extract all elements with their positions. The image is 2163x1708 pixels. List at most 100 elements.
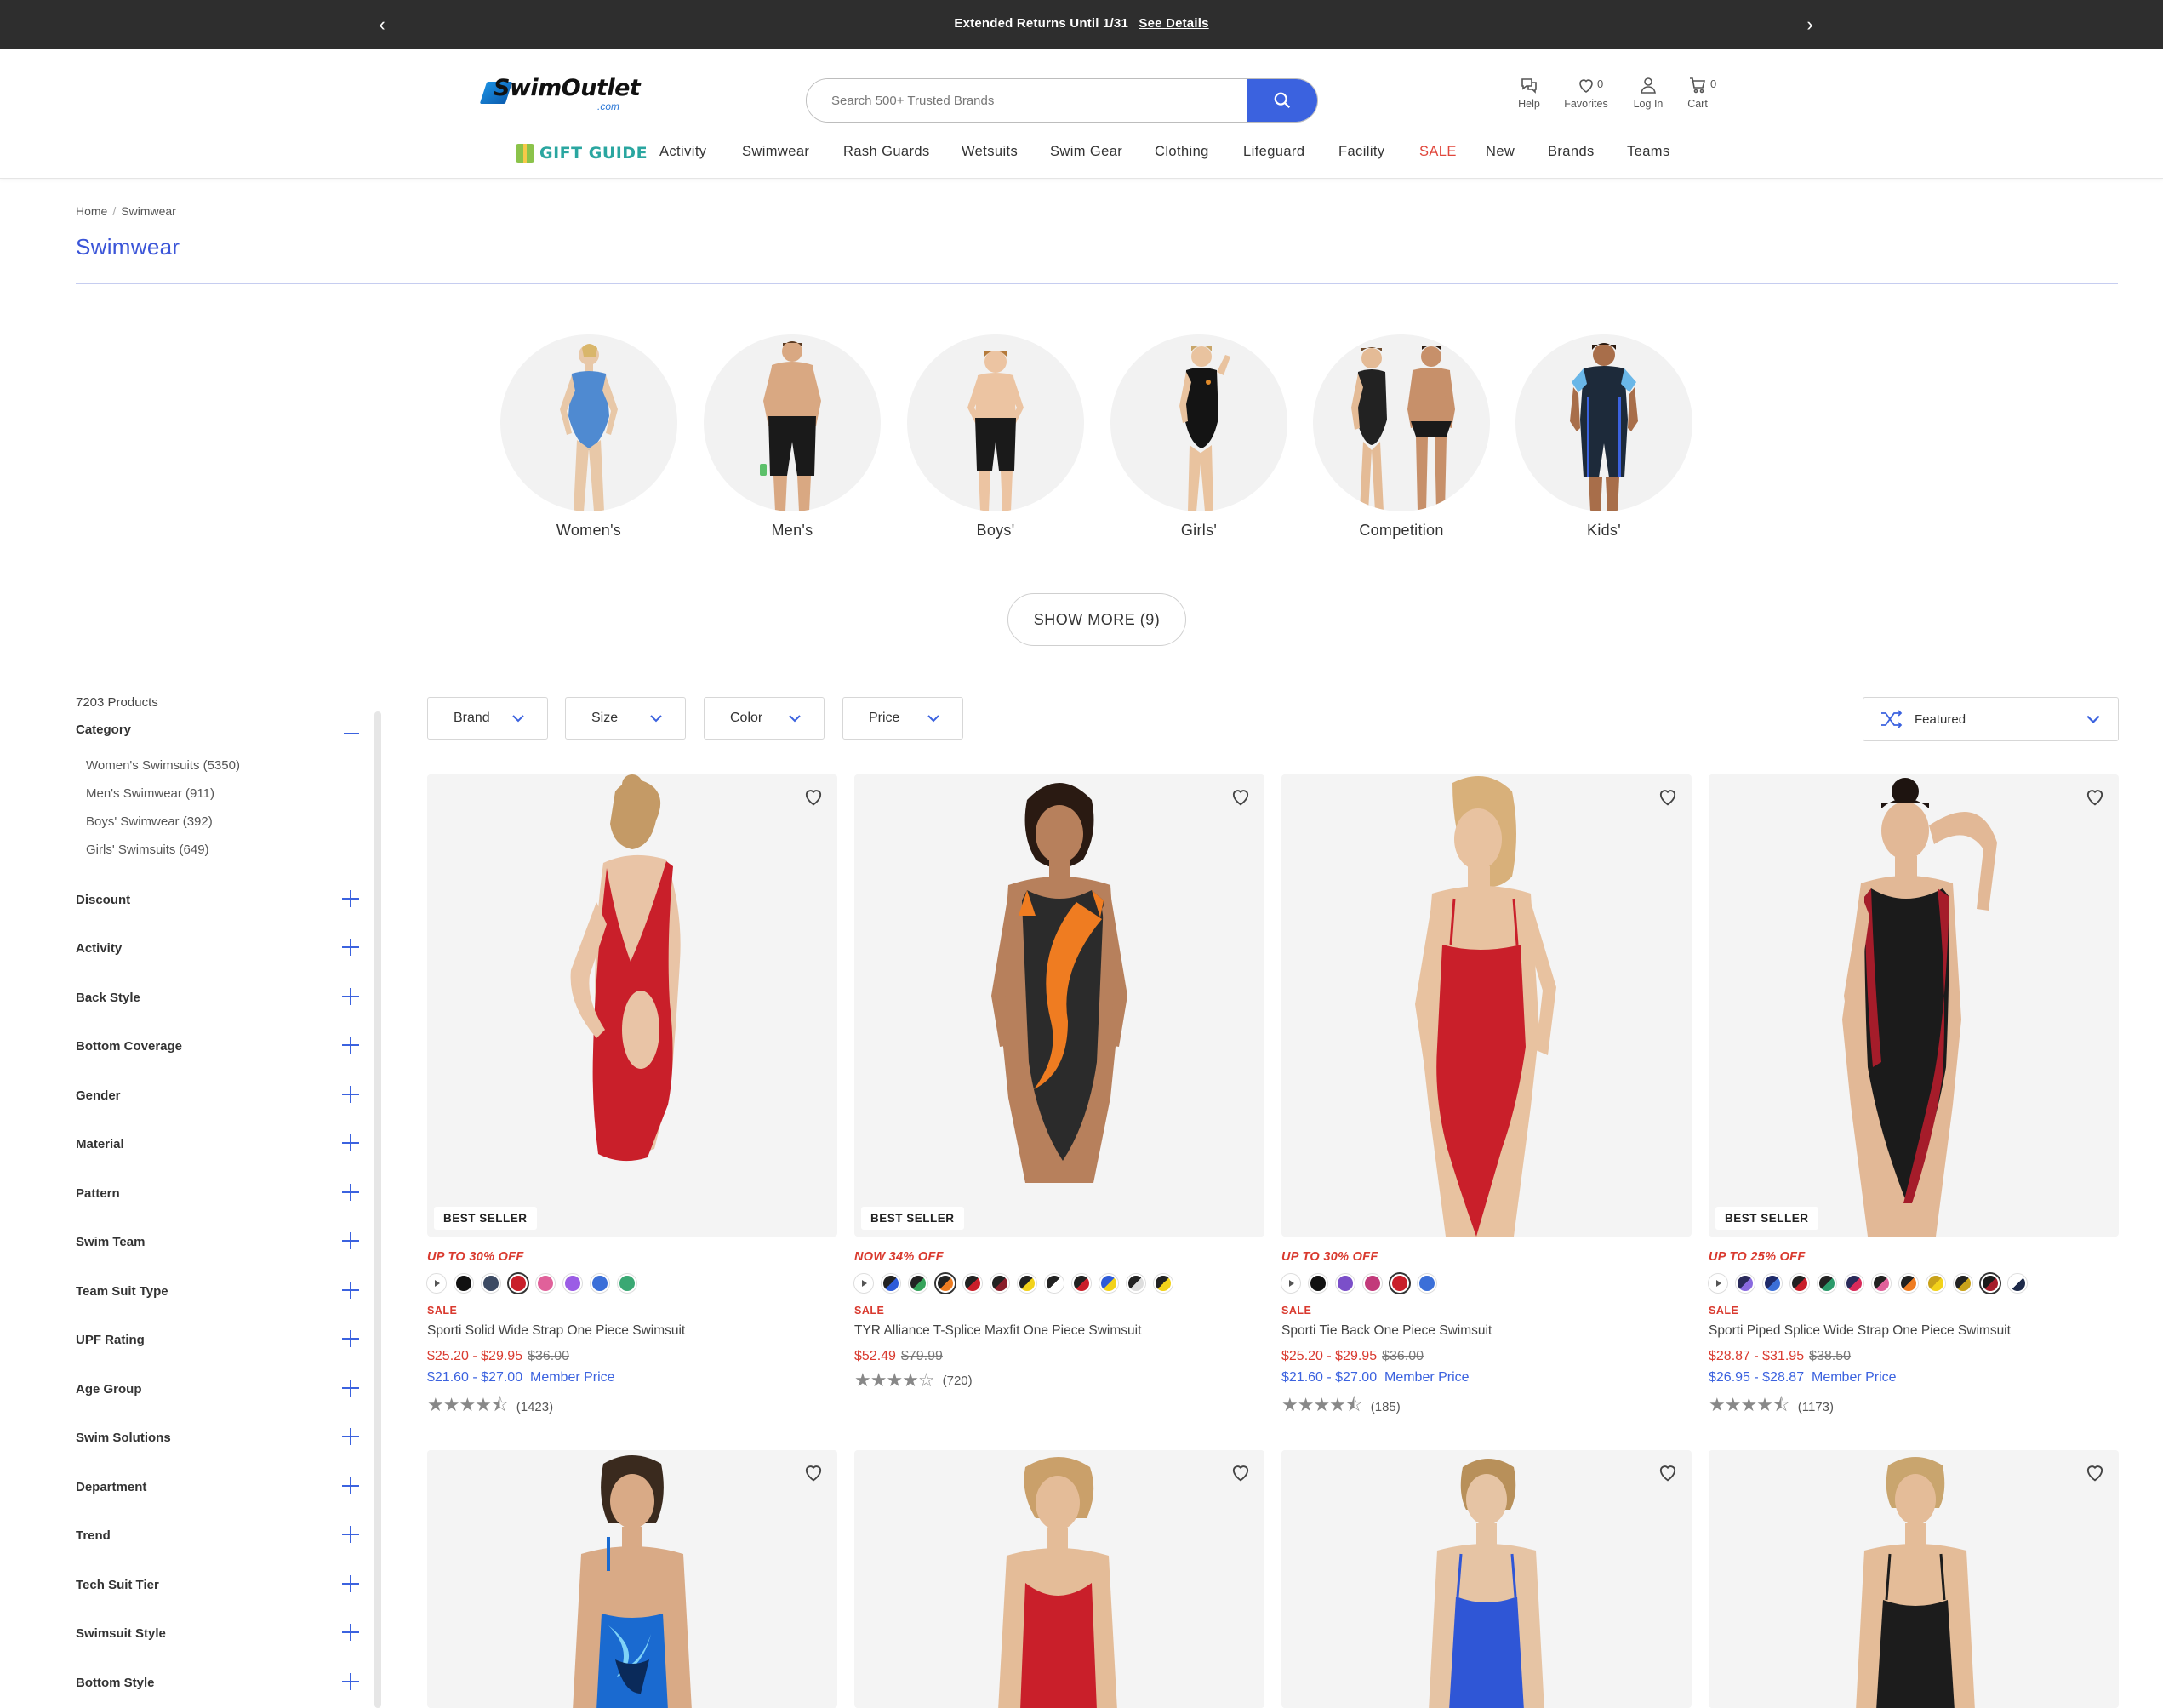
color-swatch[interactable]	[1981, 1274, 2000, 1293]
product-image[interactable]	[1709, 1450, 2119, 1708]
color-swatch[interactable]	[1736, 1274, 1755, 1293]
color-swatch[interactable]	[509, 1274, 528, 1293]
expand-plus-icon[interactable]	[342, 988, 359, 1005]
color-swatch[interactable]	[1363, 1274, 1382, 1293]
review-count[interactable]: (185)	[1371, 1400, 1401, 1414]
product-card[interactable]: BEST SELLER UP TO 30% OFF SALE Sporti So…	[427, 774, 837, 1423]
see-details-link[interactable]: See Details	[1139, 16, 1208, 31]
color-swatch[interactable]	[936, 1274, 955, 1293]
facet-bottom-coverage[interactable]: Bottom Coverage	[76, 1037, 359, 1065]
nav-brands[interactable]: Brands	[1548, 144, 1595, 160]
expand-plus-icon[interactable]	[342, 1380, 359, 1397]
favorite-heart-icon[interactable]	[2083, 785, 2107, 808]
facet-age-group[interactable]: Age Group	[76, 1380, 359, 1408]
nav-facility[interactable]: Facility	[1338, 144, 1385, 160]
favorite-heart-icon[interactable]	[802, 785, 825, 808]
facet-upf-rating[interactable]: UPF Rating	[76, 1330, 359, 1358]
facet-material[interactable]: Material	[76, 1134, 359, 1162]
color-swatch[interactable]	[882, 1274, 900, 1293]
color-swatch[interactable]	[482, 1274, 500, 1293]
facet-activity[interactable]: Activity	[76, 939, 359, 967]
swimoutlet-logo[interactable]: SwimOutlet .com	[479, 75, 643, 114]
color-swatch[interactable]	[2008, 1274, 2027, 1293]
color-swatch[interactable]	[1926, 1274, 1945, 1293]
expand-plus-icon[interactable]	[342, 1673, 359, 1690]
product-card[interactable]	[1709, 1450, 2119, 1708]
category-competition[interactable]: Competition	[1313, 334, 1490, 540]
color-swatch[interactable]	[1127, 1274, 1145, 1293]
promo-next-button[interactable]: ›	[1795, 10, 1824, 39]
cart-link[interactable]: 0 Cart	[1666, 75, 1729, 110]
nav-wetsuits[interactable]: Wetsuits	[962, 144, 1018, 160]
nav-clothing[interactable]: Clothing	[1155, 144, 1209, 160]
facet-swim-team[interactable]: Swim Team	[76, 1232, 359, 1260]
color-swatch[interactable]	[1763, 1274, 1782, 1293]
search-button[interactable]	[1247, 79, 1317, 122]
search-input[interactable]	[807, 79, 1249, 122]
product-image[interactable]: BEST SELLER	[427, 774, 837, 1237]
color-swatch[interactable]	[454, 1274, 473, 1293]
facet-back-style[interactable]: Back Style	[76, 988, 359, 1016]
color-swatch[interactable]	[1045, 1274, 1064, 1293]
breadcrumb-home[interactable]: Home	[76, 204, 107, 218]
gift-guide-link[interactable]: GIFT GUIDE	[516, 138, 648, 169]
color-swatch[interactable]	[1018, 1274, 1036, 1293]
expand-plus-icon[interactable]	[342, 1134, 359, 1151]
color-swatch[interactable]	[1872, 1274, 1891, 1293]
product-image[interactable]	[427, 1450, 837, 1708]
color-swatch[interactable]	[1818, 1274, 1836, 1293]
help-link[interactable]: Help	[1498, 75, 1561, 110]
subcategory-boys-swimwear[interactable]: Boys' Swimwear (392)	[76, 814, 365, 843]
favorite-heart-icon[interactable]	[1656, 1460, 1680, 1484]
color-swatch[interactable]	[1954, 1274, 1972, 1293]
product-card[interactable]: BEST SELLER NOW 34% OFF SALE TYR Allianc…	[854, 774, 1264, 1391]
color-swatch[interactable]	[563, 1274, 582, 1293]
swatch-scroll-icon[interactable]	[1709, 1274, 1727, 1293]
expand-plus-icon[interactable]	[342, 1086, 359, 1103]
color-swatch[interactable]	[618, 1274, 636, 1293]
facet-department[interactable]: Department	[76, 1477, 359, 1505]
category-facet-header[interactable]: Category	[76, 723, 365, 745]
review-count[interactable]: (1423)	[516, 1400, 553, 1414]
favorite-heart-icon[interactable]	[1229, 1460, 1253, 1484]
nav-new[interactable]: New	[1486, 144, 1515, 160]
product-card[interactable]	[854, 1450, 1264, 1708]
color-swatch[interactable]	[909, 1274, 927, 1293]
product-name[interactable]: Sporti Piped Splice Wide Strap One Piece…	[1709, 1323, 2119, 1339]
color-swatch[interactable]	[1309, 1274, 1327, 1293]
favorite-heart-icon[interactable]	[802, 1460, 825, 1484]
nav-lifeguard[interactable]: Lifeguard	[1243, 144, 1304, 160]
facet-tech-suit-tier[interactable]: Tech Suit Tier	[76, 1575, 359, 1603]
review-count[interactable]: (720)	[943, 1374, 973, 1388]
subcategory-girls-swimsuits[interactable]: Girls' Swimsuits (649)	[76, 843, 365, 871]
color-swatch[interactable]	[1099, 1274, 1118, 1293]
color-swatch[interactable]	[963, 1274, 982, 1293]
facet-swimsuit-style[interactable]: Swimsuit Style	[76, 1624, 359, 1652]
product-name[interactable]: TYR Alliance T-Splice Maxfit One Piece S…	[854, 1323, 1264, 1339]
color-swatch[interactable]	[1418, 1274, 1436, 1293]
nav-swimwear[interactable]: Swimwear	[742, 144, 809, 160]
product-name[interactable]: Sporti Solid Wide Strap One Piece Swimsu…	[427, 1323, 837, 1339]
expand-plus-icon[interactable]	[342, 939, 359, 956]
expand-plus-icon[interactable]	[342, 1184, 359, 1201]
favorites-link[interactable]: 0 Favorites	[1555, 75, 1618, 110]
color-swatch[interactable]	[990, 1274, 1009, 1293]
facet-bottom-style[interactable]: Bottom Style	[76, 1673, 359, 1701]
product-image[interactable]	[1281, 1450, 1692, 1708]
category-kids[interactable]: Kids'	[1515, 334, 1692, 540]
favorite-heart-icon[interactable]	[2083, 1460, 2107, 1484]
collapse-minus-icon[interactable]	[344, 733, 359, 734]
show-more-button[interactable]: SHOW MORE (9)	[1007, 593, 1186, 646]
price-filter-dropdown[interactable]: Price	[842, 697, 963, 740]
nav-sale[interactable]: SALE	[1419, 144, 1457, 160]
swatch-scroll-icon[interactable]	[1281, 1274, 1300, 1293]
color-swatch[interactable]	[1336, 1274, 1355, 1293]
product-image[interactable]: BEST SELLER	[854, 774, 1264, 1237]
expand-plus-icon[interactable]	[342, 1428, 359, 1445]
color-swatch[interactable]	[1845, 1274, 1863, 1293]
facet-trend[interactable]: Trend	[76, 1526, 359, 1554]
facet-swim-solutions[interactable]: Swim Solutions	[76, 1428, 359, 1456]
color-swatch[interactable]	[536, 1274, 555, 1293]
expand-plus-icon[interactable]	[342, 1624, 359, 1641]
product-image[interactable]	[1281, 774, 1692, 1237]
